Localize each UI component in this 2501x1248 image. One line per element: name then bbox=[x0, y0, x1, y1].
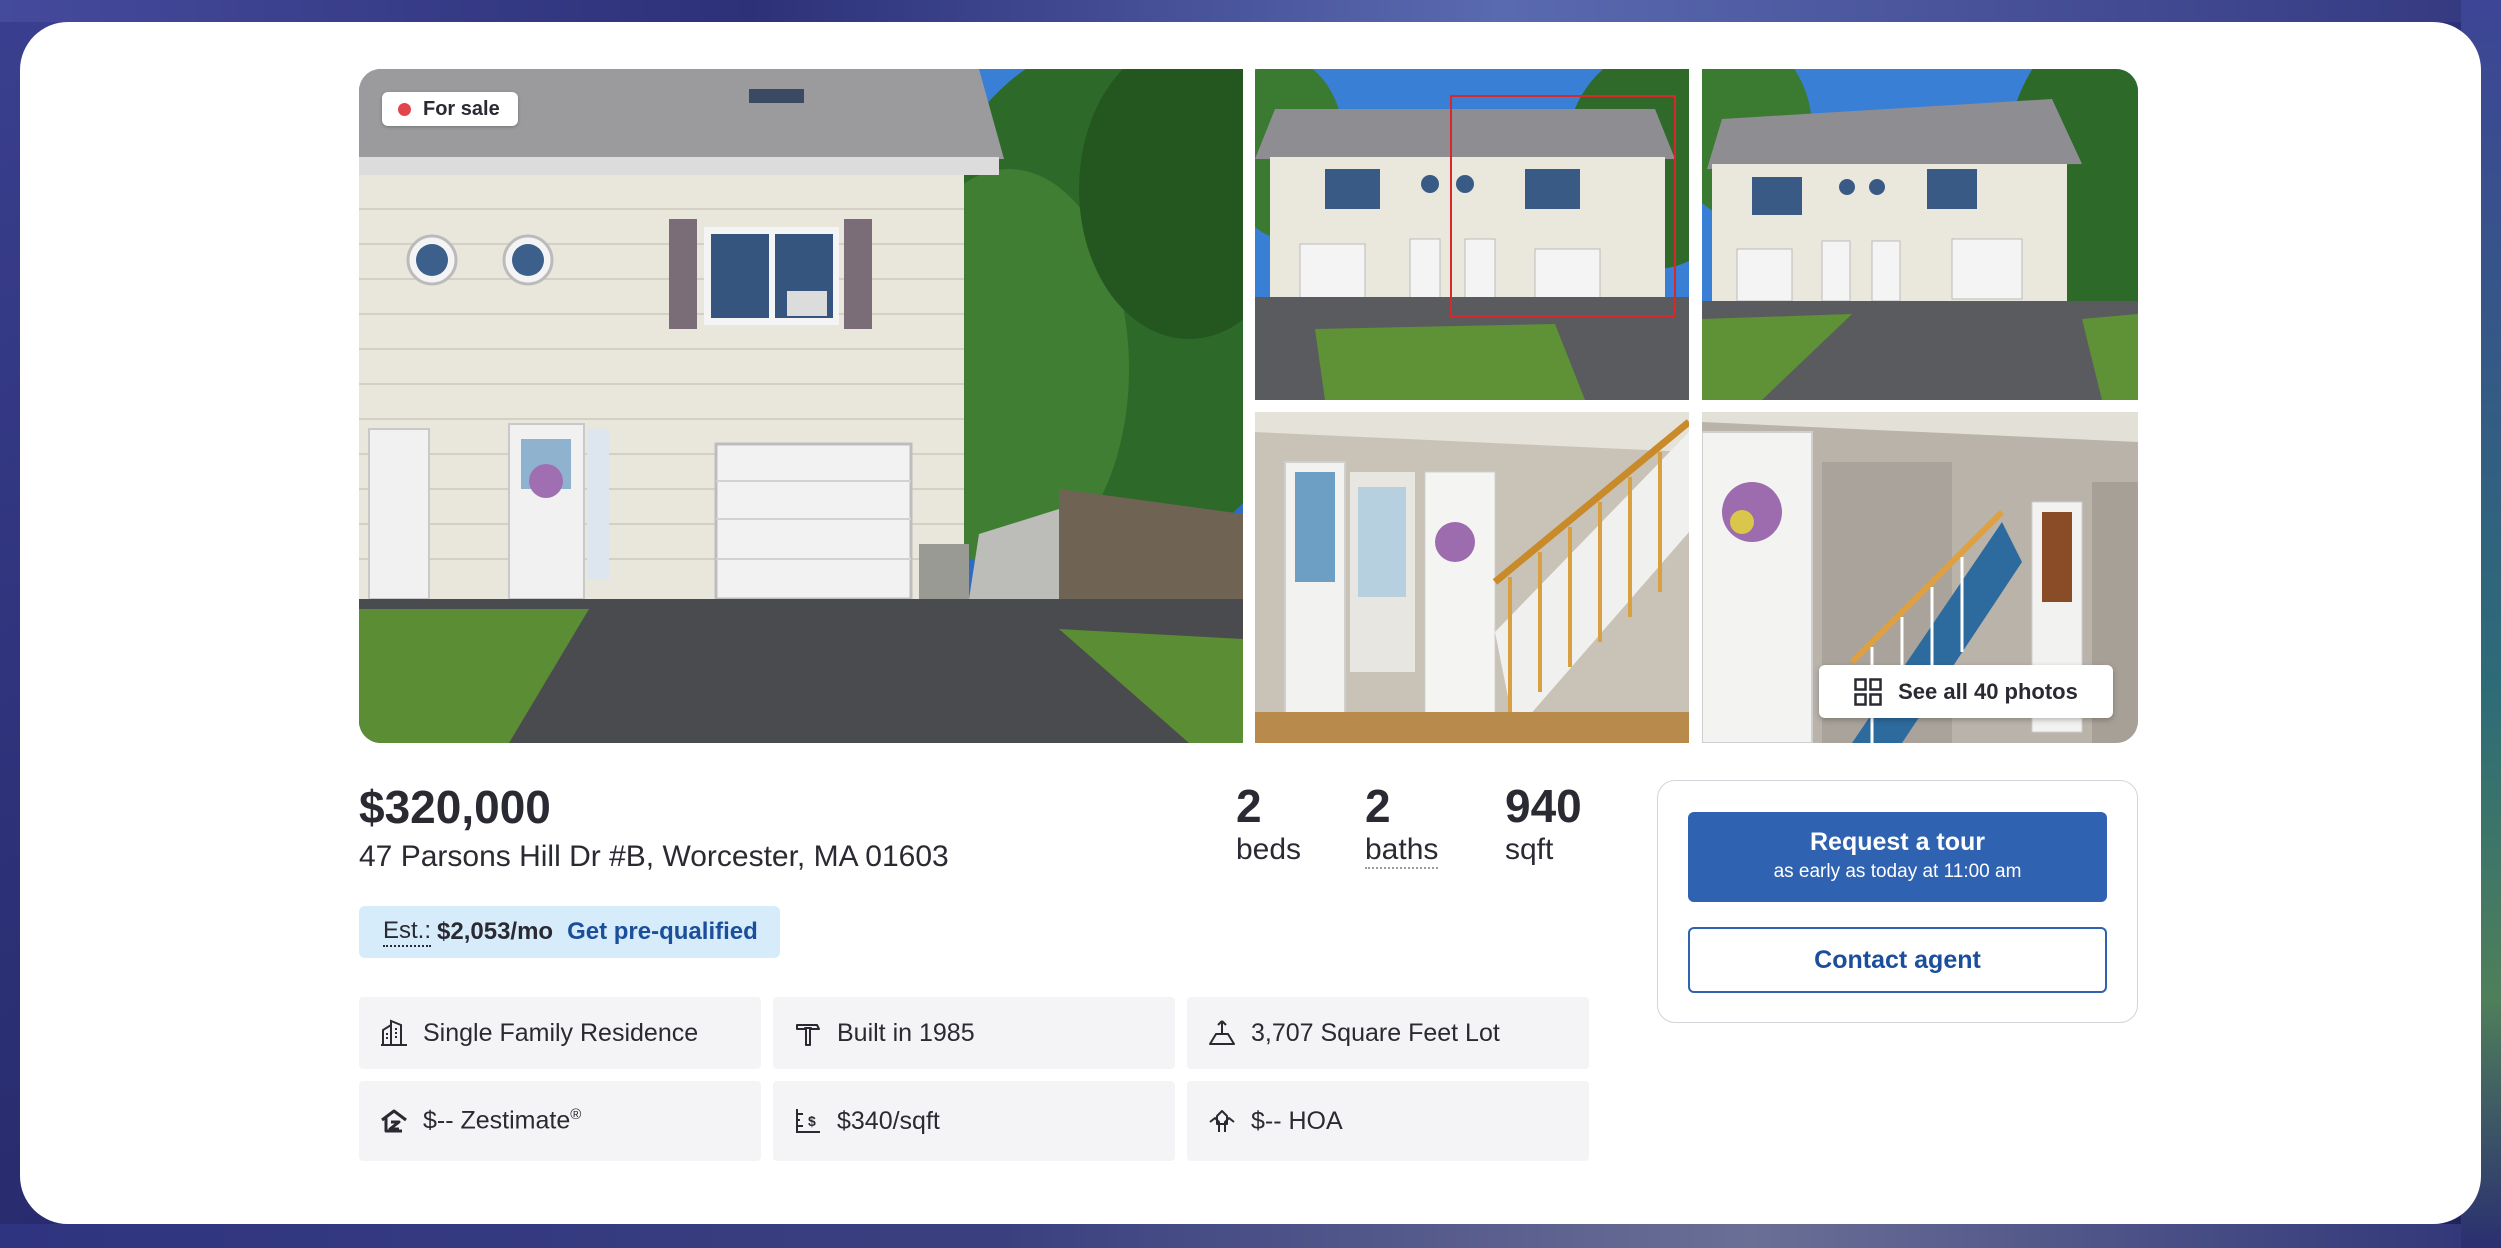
fact-lot-size: 3,707 Square Feet Lot bbox=[1187, 997, 1589, 1069]
photo-gallery: For sale bbox=[359, 69, 2138, 743]
see-all-photos-label: See all 40 photos bbox=[1898, 678, 2078, 704]
registered-mark: ® bbox=[570, 1106, 582, 1124]
estimate-label[interactable]: Est.: bbox=[383, 917, 432, 947]
hoa-hands-icon bbox=[1209, 1110, 1235, 1132]
zestimate-text: $-- Zestimate bbox=[423, 1106, 571, 1135]
beds-value: 2 bbox=[1236, 780, 1262, 832]
status-dot-icon bbox=[398, 102, 411, 116]
listing-address: 47 Parsons Hill Dr #B, Worcester, MA 016… bbox=[359, 840, 949, 873]
price-per-sqft-icon: $ bbox=[796, 1109, 820, 1133]
sqft-label: sqft bbox=[1505, 833, 1554, 866]
estimate-value: $2,053/mo bbox=[437, 918, 554, 945]
beds-stat: 2 beds bbox=[1236, 780, 1301, 868]
zestimate-icon bbox=[381, 1109, 407, 1133]
fact-year-built-label: Built in 1985 bbox=[837, 1018, 975, 1047]
fact-year-built: Built in 1985 bbox=[773, 997, 1175, 1069]
svg-text:$: $ bbox=[808, 1113, 816, 1129]
contact-panel: Request a tour as early as today at 11:0… bbox=[1657, 780, 2138, 1023]
for-sale-label: For sale bbox=[423, 97, 500, 120]
background-top bbox=[0, 0, 2501, 22]
thumbnail-exterior-side[interactable] bbox=[1702, 69, 2138, 400]
main-photo[interactable]: For sale bbox=[359, 69, 1243, 743]
fact-zestimate: $-- Zestimate® bbox=[359, 1081, 761, 1161]
fact-price-per-sqft: $ $340/sqft bbox=[773, 1081, 1175, 1161]
building-icon bbox=[381, 1019, 407, 1046]
request-tour-button[interactable]: Request a tour as early as today at 11:0… bbox=[1688, 812, 2107, 902]
fact-lot-size-label: 3,707 Square Feet Lot bbox=[1251, 1018, 1500, 1047]
baths-stat[interactable]: 2 baths bbox=[1365, 780, 1439, 869]
see-all-photos-button[interactable]: See all 40 photos bbox=[1819, 665, 2113, 718]
contact-agent-button[interactable]: Contact agent bbox=[1688, 927, 2107, 993]
listing-price: $320,000 bbox=[359, 781, 551, 833]
baths-value: 2 bbox=[1365, 780, 1391, 832]
fact-home-type-label: Single Family Residence bbox=[423, 1018, 699, 1047]
grid-icon bbox=[1854, 677, 1882, 706]
payment-estimate: Est.: $2,053/mo Get pre-qualified bbox=[359, 906, 780, 958]
fact-hoa-label: $-- HOA bbox=[1251, 1106, 1343, 1135]
sqft-value: 940 bbox=[1505, 780, 1582, 832]
lot-size-icon bbox=[1209, 1020, 1235, 1045]
beds-label: beds bbox=[1236, 833, 1302, 866]
request-tour-title: Request a tour bbox=[1809, 828, 1986, 856]
fact-home-type: Single Family Residence bbox=[359, 997, 761, 1069]
for-sale-badge: For sale bbox=[382, 92, 518, 126]
background-bottom bbox=[0, 1224, 2501, 1248]
baths-label[interactable]: baths bbox=[1365, 833, 1439, 869]
fact-hoa: $-- HOA bbox=[1187, 1081, 1589, 1161]
sqft-stat: 940 sqft bbox=[1505, 780, 1582, 868]
hammer-icon bbox=[796, 1024, 820, 1046]
thumbnail-entry-hall[interactable] bbox=[1255, 412, 1689, 743]
thumbnail-exterior-front[interactable] bbox=[1255, 69, 1689, 400]
fact-zestimate-label: $-- Zestimate® bbox=[423, 1106, 581, 1135]
get-pre-qualified-link[interactable]: Get pre-qualified bbox=[567, 918, 758, 946]
request-tour-subtitle: as early as today at 11:00 am bbox=[1773, 861, 2022, 882]
fact-price-per-sqft-label: $340/sqft bbox=[837, 1106, 940, 1135]
